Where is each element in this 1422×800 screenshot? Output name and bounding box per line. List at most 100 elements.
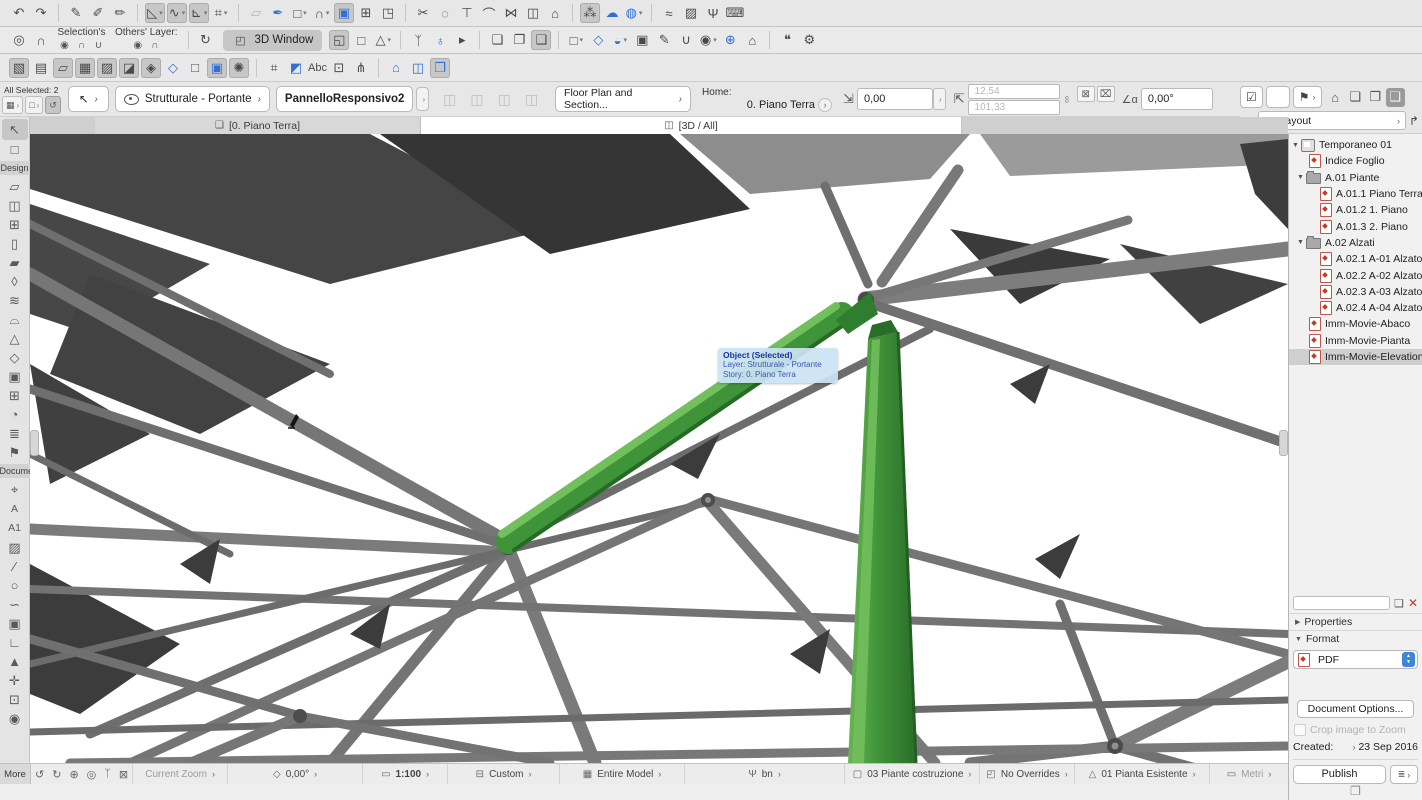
blank-button[interactable] xyxy=(1266,86,1290,108)
zone-fill-icon[interactable]: ▱ xyxy=(53,58,73,78)
wall-tool[interactable]: ▱ xyxy=(2,177,28,196)
element-settings-button[interactable]: ▦ › xyxy=(2,96,23,114)
tree-item-a022[interactable]: A.02.2 A-02 Alzato Est xyxy=(1289,267,1422,283)
marquee-options-icon[interactable]: □ xyxy=(290,3,310,23)
crop-checkbox[interactable] xyxy=(1294,724,1306,736)
others-show-icon[interactable]: ◉ xyxy=(130,39,145,52)
delete-icon[interactable]: ✕ xyxy=(1408,596,1418,610)
object-tool[interactable]: ⚑ xyxy=(2,443,28,462)
publish-button[interactable]: Publish xyxy=(1293,765,1386,784)
mesh-tool[interactable]: ◇ xyxy=(2,348,28,367)
line-tool[interactable]: ∕ xyxy=(2,557,28,576)
camera-home-icon[interactable]: ⌂ xyxy=(742,30,762,50)
publish-options-button[interactable]: ≣ › xyxy=(1390,765,1418,784)
created-popup-button[interactable]: › xyxy=(1352,742,1355,752)
editing-plane-icon[interactable]: ▱ xyxy=(246,3,266,23)
teamwork-cloud-icon[interactable]: ☁ xyxy=(602,3,622,23)
others-lock-icon[interactable]: ∩ xyxy=(147,39,162,52)
tree-item-a021[interactable]: A.02.1 A-01 Alzato No xyxy=(1289,251,1422,267)
keyboard-icon[interactable]: ⌨ xyxy=(725,3,745,23)
tree-item-a024[interactable]: A.02.4 A-04 Alzato Ov xyxy=(1289,300,1422,316)
tab-floor-plan[interactable]: ❏ [0. Piano Terra] xyxy=(95,117,421,134)
grab-mode-button[interactable]: ↺ xyxy=(45,96,61,114)
3d-viewport[interactable]: Object (Selected) Layer: Strutturale - P… xyxy=(30,134,1288,763)
dashed-frame-icon[interactable]: □ xyxy=(185,58,205,78)
sun-icon[interactable]: ✺ xyxy=(229,58,249,78)
hatch-tool-icon[interactable]: ▨ xyxy=(681,3,701,23)
zoom-in-icon[interactable]: ⊕ xyxy=(69,768,78,781)
sketch-render-icon[interactable]: ✎ xyxy=(654,30,674,50)
active-page-icon[interactable]: ❑ xyxy=(531,30,551,50)
tree-item-indice[interactable]: Indice Foglio xyxy=(1289,153,1422,169)
perspective-icon[interactable]: ◱ xyxy=(329,30,349,50)
section-tool[interactable]: ∟ xyxy=(2,633,28,652)
elevation-input[interactable]: 0,00 xyxy=(857,88,933,110)
duplicate-page-icon[interactable]: ❐ xyxy=(509,30,529,50)
more-section-label[interactable]: More xyxy=(0,764,31,784)
status-pen-set[interactable]: Ψbn› xyxy=(684,764,844,784)
stretch-icon[interactable]: ◳ xyxy=(378,3,398,23)
disclosure-icon[interactable]: ▼ xyxy=(1297,239,1306,246)
slab-tool[interactable]: ◊ xyxy=(2,272,28,291)
inject-all-parameters-icon[interactable]: ✏ xyxy=(110,3,130,23)
project-chooser-button[interactable]: ⚑ › xyxy=(1293,86,1322,108)
cube-option-icon[interactable]: ◫ xyxy=(525,91,538,108)
y-coordinate-input[interactable]: 101,33 xyxy=(968,100,1060,115)
selection-unlock-icon[interactable]: ∪ xyxy=(91,39,106,52)
renovation-filter-button[interactable]: ☑ xyxy=(1240,86,1263,108)
label-tool[interactable]: A1 xyxy=(2,519,28,539)
selection-show-icon[interactable]: ◉ xyxy=(57,39,72,52)
windows-stack-icon[interactable]: ❐ xyxy=(1350,784,1361,798)
house-dashed-icon[interactable]: ⌂ xyxy=(386,58,406,78)
diamond-marker-icon[interactable]: ◇ xyxy=(163,58,183,78)
diamond-fill-icon[interactable]: ◈ xyxy=(141,58,161,78)
tab-3d-all[interactable]: ◫ [3D / All] xyxy=(421,117,962,134)
camera-icon[interactable]: ◉ xyxy=(698,30,718,50)
stepper-icon[interactable]: ▲▼ xyxy=(1402,652,1415,667)
lock-all-icon[interactable]: ∩ xyxy=(31,30,51,50)
branch-icon[interactable]: ⋔ xyxy=(351,58,371,78)
x-coordinate-input[interactable]: 12,54 xyxy=(968,84,1060,99)
text-tool[interactable]: A xyxy=(2,499,28,519)
trim-icon[interactable]: ⊤ xyxy=(457,3,477,23)
3d-projection-icon[interactable]: △ xyxy=(373,30,393,50)
cube-option-icon[interactable]: ◫ xyxy=(498,91,511,108)
figure-tool[interactable]: ▣ xyxy=(2,614,28,633)
grid-frame-icon[interactable]: ⌗ xyxy=(264,58,284,78)
angle-input[interactable]: 0,00° xyxy=(1141,88,1213,110)
marquee-view-icon[interactable]: □ xyxy=(566,30,586,50)
view-selector[interactable]: Floor Plan and Section... › xyxy=(555,86,691,112)
left-scroll-handle[interactable] xyxy=(30,430,39,456)
add-camera-icon[interactable]: ⊕ xyxy=(720,30,740,50)
pickup-parameters-icon[interactable]: ✎ xyxy=(66,3,86,23)
marquee-tool[interactable]: □ xyxy=(2,140,28,159)
column-tool[interactable]: ▯ xyxy=(2,234,28,253)
format-header[interactable]: ▼ Format xyxy=(1289,630,1422,647)
microphone-icon[interactable]: Ψ xyxy=(703,3,723,23)
mesh-tool-icon[interactable]: ≈ xyxy=(659,3,679,23)
abc-text-icon[interactable]: Abc xyxy=(308,58,327,78)
redo-icon[interactable]: ↷ xyxy=(31,3,51,23)
show-all-icon[interactable]: ◎ xyxy=(9,30,29,50)
frame-target-icon[interactable]: ⊡ xyxy=(329,58,349,78)
view-map-icon[interactable]: ❏ xyxy=(1346,88,1365,107)
chain-link-icon[interactable]: ∞ xyxy=(1061,95,1072,102)
fit-in-window-icon[interactable]: ⊠ xyxy=(119,768,128,781)
inject-parameters-icon[interactable]: ✐ xyxy=(88,3,108,23)
publisher-sets-icon[interactable]: ❑ xyxy=(1386,88,1405,107)
tree-item-elevation-selected[interactable]: Imm-Movie-Elevation xyxy=(1289,349,1422,365)
origin-lock-button[interactable]: ⊠ xyxy=(1077,86,1095,102)
fill-display-icon[interactable]: ▧ xyxy=(9,58,29,78)
roof-tool[interactable]: ≋ xyxy=(2,291,28,310)
origin-reset-button[interactable]: ⌧ xyxy=(1097,86,1115,102)
elevation-tool[interactable]: ▲ xyxy=(2,652,28,671)
status-scale[interactable]: ▭1:100› xyxy=(362,764,447,784)
status-zoom[interactable]: Current Zoom› xyxy=(132,764,227,784)
status-renovation-filter[interactable]: △01 Pianta Esistente› xyxy=(1074,764,1209,784)
tree-item-abaco[interactable]: Imm-Movie-Abaco xyxy=(1289,316,1422,332)
undo-icon[interactable]: ↶ xyxy=(9,3,29,23)
line-hatch-icon[interactable]: ▨ xyxy=(97,58,117,78)
lock-icon[interactable]: ∩ xyxy=(312,3,332,23)
morph-tool[interactable]: ◔ xyxy=(2,405,28,424)
status-dimensions[interactable]: ▭Metri› xyxy=(1209,764,1288,784)
